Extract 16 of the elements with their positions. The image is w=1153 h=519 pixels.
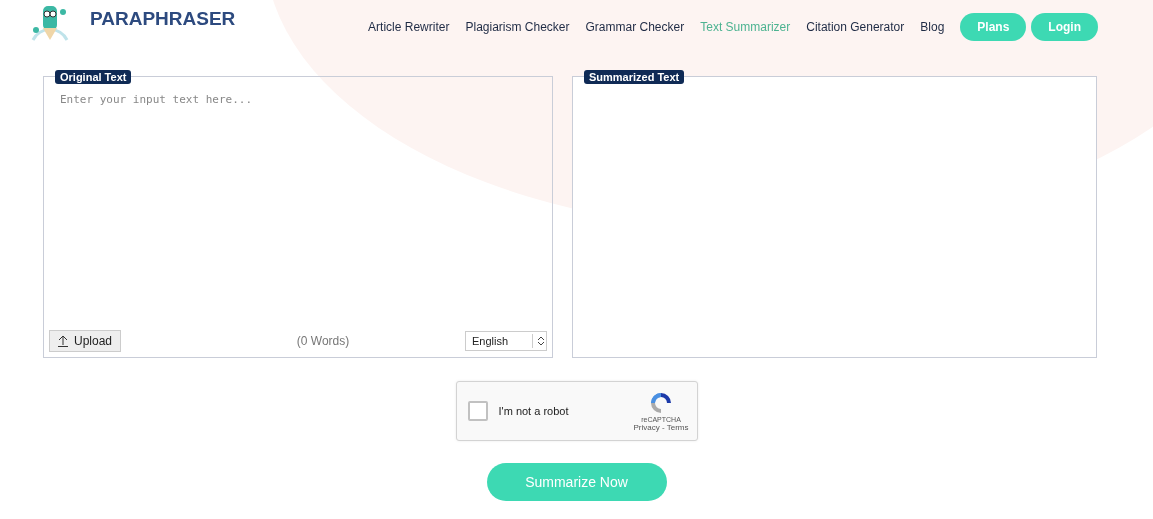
captcha-label: I'm not a robot (498, 405, 569, 417)
nav-link[interactable]: Blog (920, 20, 945, 34)
nav-link[interactable]: Citation Generator (806, 20, 905, 34)
nav-link[interactable]: Plagiarism Checker (465, 20, 570, 34)
checkbox[interactable] (467, 401, 488, 421)
captcha-links[interactable]: Privacy - Terms (633, 423, 689, 432)
upload-icon (58, 335, 68, 347)
upload-button[interactable]: Upload (49, 330, 122, 352)
panel-label: Summarized Text (584, 70, 685, 84)
nav-link[interactable]: Article Rewriter (368, 20, 450, 34)
brand-name: PARAPHRASER (90, 8, 236, 30)
up-down-caret-icon (536, 335, 546, 347)
nav-link[interactable]: Grammar Checker (585, 20, 685, 34)
refresh-arrows-icon (648, 390, 674, 416)
language-select[interactable]: English (465, 331, 547, 351)
word-count: (0 Words) (296, 334, 350, 348)
